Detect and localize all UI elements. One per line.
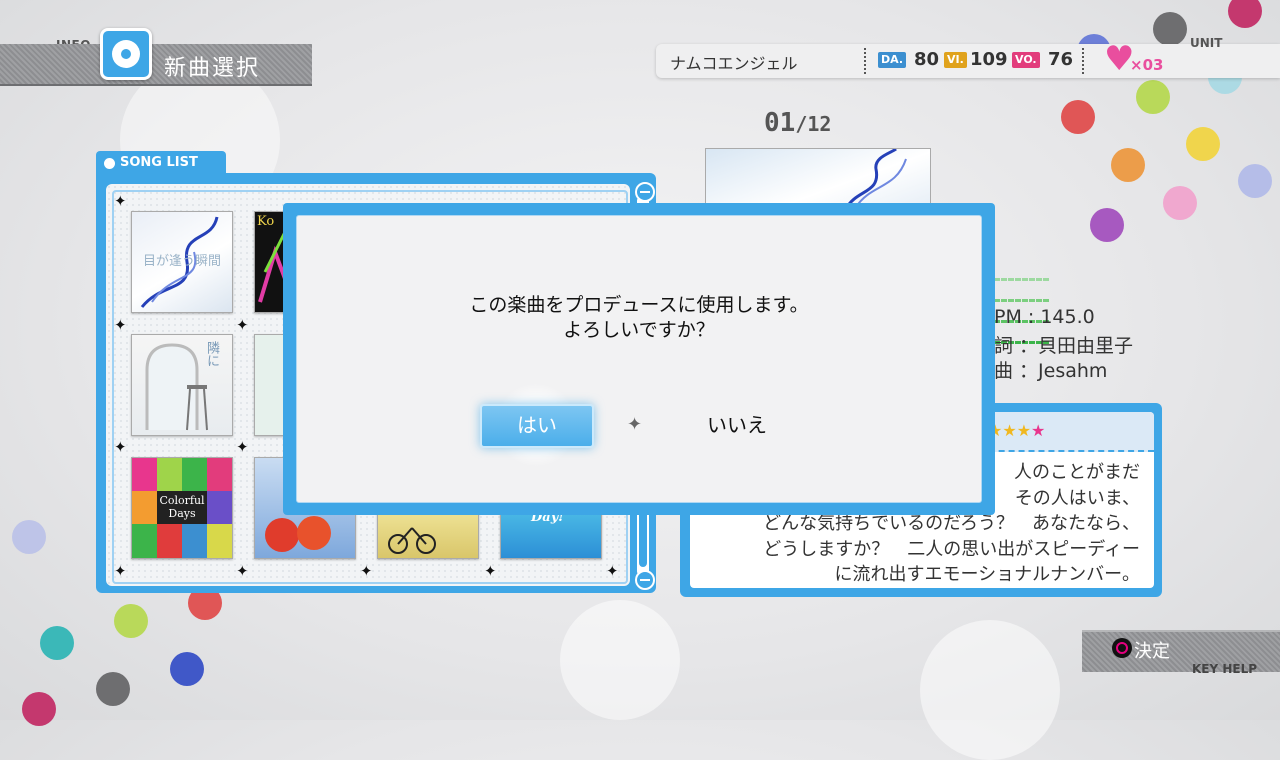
counter-total: /12: [795, 112, 832, 136]
sparkle-icon: ✦: [114, 438, 127, 456]
confirm-key-label: 決定: [1134, 641, 1170, 662]
lyrics-credit: 詞 ：貝田由里子: [994, 335, 1134, 357]
counter-current: 01: [764, 108, 796, 138]
scroll-up-button[interactable]: [635, 182, 655, 202]
jacket-title: 隣に: [204, 341, 219, 367]
dance-value: 80: [914, 49, 940, 70]
title-bar: [0, 44, 312, 86]
bpm-text: PM : 145.0: [994, 306, 1095, 328]
song-jacket[interactable]: 隣に: [131, 334, 233, 436]
jacket-title: Ko: [257, 214, 275, 229]
scroll-down-button[interactable]: [635, 570, 655, 590]
sparkle-icon: ✦: [114, 316, 127, 334]
sparkle-icon: ✦: [236, 316, 249, 334]
confirm-message: この楽曲をプロデュースに使用します。 よろしいですか？: [469, 294, 809, 341]
sparkle-icon: ✦: [114, 192, 127, 210]
sparkle-icon: ✦: [484, 562, 497, 580]
no-button[interactable]: いいえ: [686, 409, 788, 441]
jacket-title: 目が逢う瞬間: [142, 254, 221, 269]
composer-credit: 曲 ：Jesahm: [994, 360, 1108, 382]
sparkle-icon: ✦: [114, 562, 127, 580]
dot-icon: [104, 158, 115, 169]
circle-button-icon: [1112, 638, 1132, 658]
jacket-title: Colorful Days: [159, 494, 205, 520]
song-jacket[interactable]: 目が逢う瞬間: [131, 211, 233, 313]
song-counter: 01/12: [764, 108, 831, 138]
dance-badge: DA.: [878, 52, 907, 68]
divider: [1082, 48, 1084, 74]
unit-name: ナムコエンジェル: [670, 54, 798, 73]
disc-icon: [100, 28, 152, 80]
page-title: 新曲選択: [164, 56, 261, 81]
difficulty-stars: ★★★★: [988, 421, 1045, 440]
visual-value: 109: [970, 49, 1008, 70]
song-jacket[interactable]: Colorful Days: [131, 457, 233, 559]
sparkle-icon: ✦: [627, 414, 643, 435]
song-jacket[interactable]: [254, 334, 286, 436]
star-icon: ★: [1031, 421, 1046, 440]
sparkle-icon: ✦: [606, 562, 619, 580]
sparkle-icon: ✦: [360, 562, 373, 580]
heart-count: ×03: [1130, 56, 1164, 74]
vocal-badge: VO.: [1012, 52, 1040, 68]
selected-jacket: [705, 148, 931, 210]
confirm-dialog-body: [296, 215, 982, 503]
unit-tag: UNIT: [1190, 36, 1223, 50]
divider: [864, 48, 866, 74]
sparkle-icon: ✦: [236, 438, 249, 456]
sparkle-icon: ✦: [236, 562, 249, 580]
vocal-value: 76: [1048, 49, 1074, 70]
yes-button[interactable]: はい: [480, 404, 594, 448]
visual-badge: VI.: [944, 52, 967, 68]
song-list-label: SONG LIST: [120, 155, 198, 170]
key-help-label: KEY HELP: [1192, 662, 1258, 676]
